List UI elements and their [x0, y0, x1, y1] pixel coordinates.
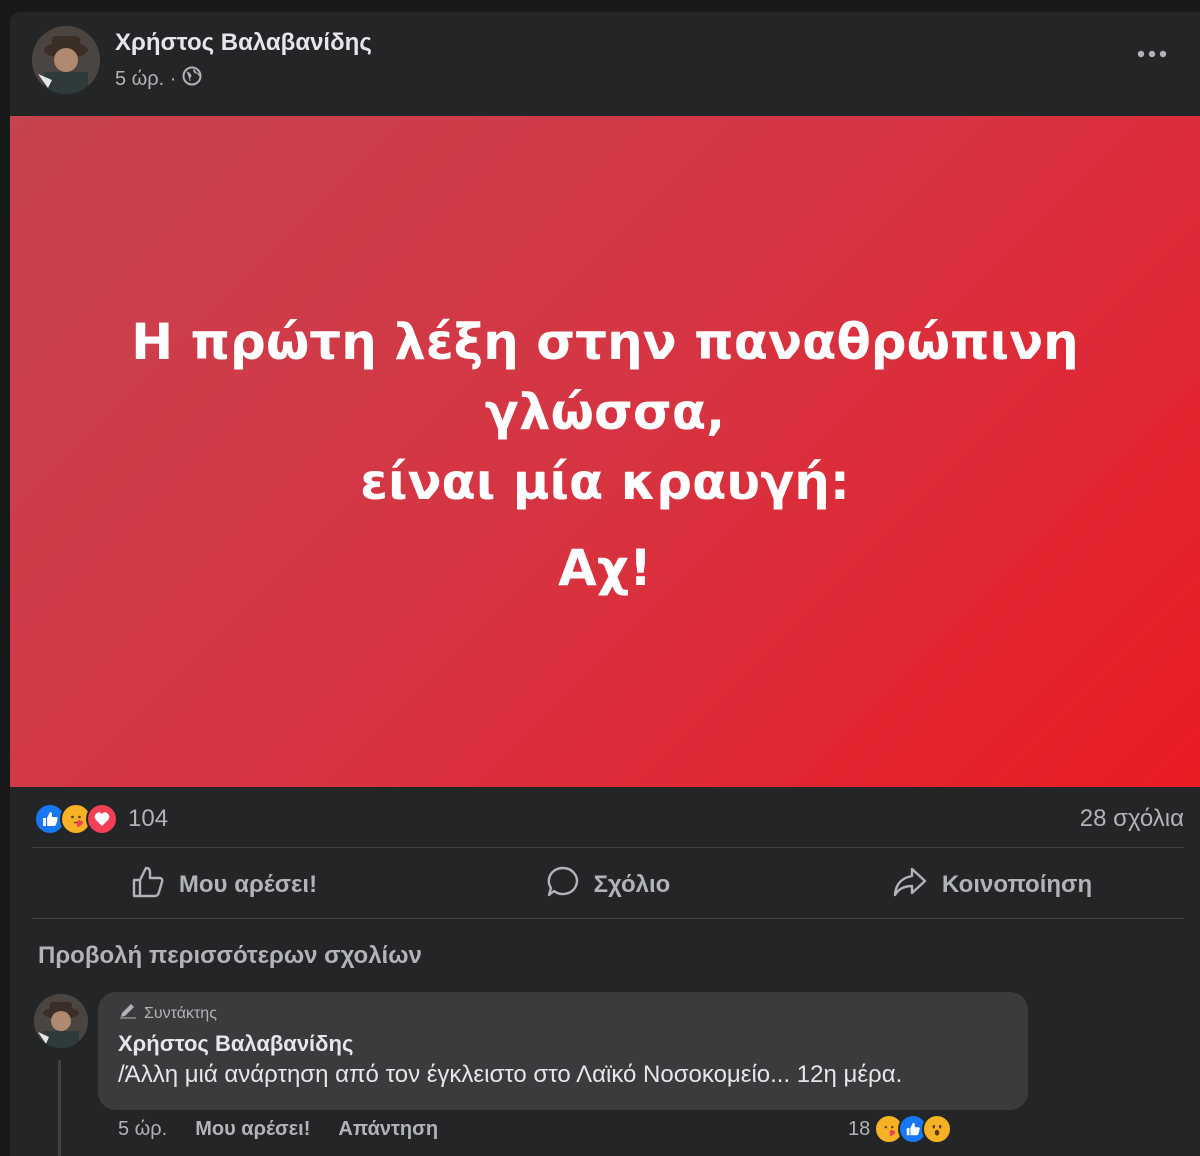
thread-line	[58, 1060, 61, 1156]
comment-author-avatar[interactable]	[34, 994, 88, 1048]
wow-reaction-icon	[922, 1114, 953, 1144]
post-actions: Μου αρέσει! Σχόλιο Κοινοποίηση	[32, 852, 1184, 918]
speech-bubble-icon	[546, 865, 580, 906]
author-avatar[interactable]	[32, 26, 100, 94]
reactions-count: 104	[128, 805, 169, 832]
globe-icon	[182, 66, 202, 92]
reactions-group[interactable]: 104	[34, 803, 168, 835]
share-button-label: Κοινοποίηση	[941, 871, 1093, 898]
comment-bubble: Συντάκτης Χρήστος Βαλαβανίδης /Άλλη μιά …	[98, 992, 1028, 1110]
banner-text: Η πρώτη λέξη στην παναθρώπινη γλώσσα, εί…	[131, 307, 1079, 517]
post-text-banner: Η πρώτη λέξη στην παναθρώπινη γλώσσα, εί…	[10, 116, 1200, 787]
reactions-summary: 104 28 σχόλια	[34, 802, 1184, 836]
author-badge-label: Συντάκτης	[144, 1004, 217, 1022]
comment-reactions[interactable]: 18	[848, 1114, 953, 1144]
comment-reply-button[interactable]: Απάντηση	[338, 1118, 438, 1141]
comment-reactions-count: 18	[848, 1117, 871, 1140]
view-more-comments-link[interactable]: Προβολή περισσότερων σχολίων	[38, 942, 422, 970]
share-arrow-icon	[892, 865, 928, 906]
comment-text: /Άλλη μιά ανάρτηση από τον έγκλειστο στο…	[118, 1061, 903, 1088]
like-button-label: Μου αρέσει!	[178, 871, 318, 898]
more-options-button[interactable]	[1134, 42, 1170, 66]
comments-count[interactable]: 28 σχόλια	[1080, 805, 1184, 833]
share-button[interactable]: Κοινοποίηση	[800, 852, 1184, 918]
banner-line-1: Η πρώτη λέξη στην παναθρώπινη	[131, 312, 1079, 371]
post-time[interactable]: 5 ώρ. ·	[115, 68, 176, 91]
ellipsis-icon	[1137, 50, 1167, 58]
banner-line-4: Αχ!	[558, 538, 652, 597]
divider	[32, 847, 1184, 848]
post-meta: 5 ώρ. ·	[115, 66, 202, 92]
comment-time[interactable]: 5 ώρ.	[118, 1118, 167, 1141]
author-badge: Συντάκτης	[118, 1002, 1008, 1025]
like-button[interactable]: Μου αρέσει!	[32, 852, 416, 918]
banner-line-2: γλώσσα,	[484, 382, 726, 441]
post-card: Χρήστος Βαλαβανίδης 5 ώρ. · Η πρώτη λέξη…	[10, 12, 1200, 1156]
comment-button[interactable]: Σχόλιο	[416, 852, 800, 918]
comment-author-name[interactable]: Χρήστος Βαλαβανίδης	[118, 1031, 1008, 1057]
comment-actions: 5 ώρ. Μου αρέσει! Απάντηση	[118, 1118, 438, 1141]
love-reaction-icon	[86, 803, 118, 835]
banner-line-3: είναι μία κραυγή:	[360, 452, 850, 511]
comment-button-label: Σχόλιο	[593, 871, 671, 898]
pencil-icon	[118, 1002, 138, 1025]
divider	[32, 918, 1184, 919]
post-author-name[interactable]: Χρήστος Βαλαβανίδης	[115, 29, 372, 57]
comment-like-button[interactable]: Μου αρέσει!	[195, 1118, 310, 1141]
thumbs-up-icon	[131, 865, 165, 906]
